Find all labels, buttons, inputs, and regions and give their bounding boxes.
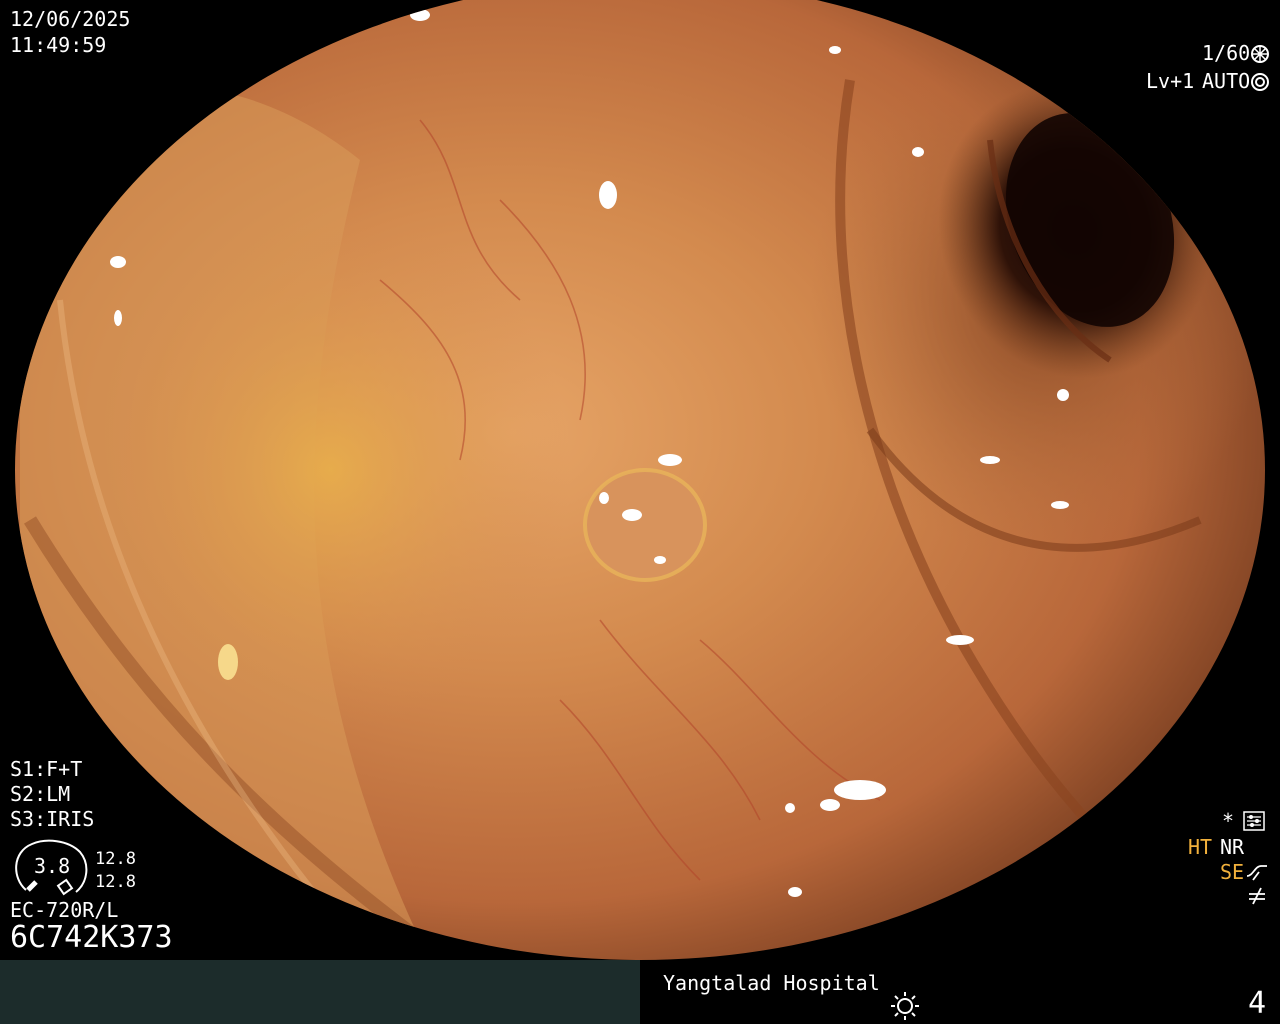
scope-model: EC-720R/L [10,898,119,922]
curve-icon [1246,865,1267,881]
serial-number: 6C742K373 [10,920,173,955]
setting-s2: S2:LM [10,782,71,806]
gauge-value: 3.8 [34,854,71,878]
iris-icon [1251,73,1269,91]
setting-s3: S3:IRIS [10,807,95,831]
not-equal-icon [1249,887,1265,905]
setting-s1: S1:F+T [10,757,83,781]
hospital-name: Yangtalad Hospital [663,971,880,995]
se-label: SE [1220,860,1245,884]
shutter-label: 1/60 [1202,41,1251,65]
settings-panel-icon [1243,811,1265,831]
ht-label: HT [1188,835,1213,859]
page-number: 4 [1248,986,1267,1021]
light-sun-icon [891,992,919,1020]
asterisk-label: * [1222,809,1235,833]
aperture-icon [1251,45,1269,63]
gauge-upper: 12.8 [95,849,136,869]
time-label: 11:49:59 [10,33,107,57]
footer-left-bar [0,960,640,1024]
endoscopy-view [0,0,1280,960]
date-label: 12/06/2025 [10,7,131,31]
level-label: Lv+1 [1146,69,1195,93]
footer-right-bar: Yangtalad Hospital 4 [640,960,1280,1024]
exposure-mode-label: AUTO [1202,69,1251,93]
nr-label: NR [1220,835,1245,859]
gauge-lower: 12.8 [95,872,136,892]
